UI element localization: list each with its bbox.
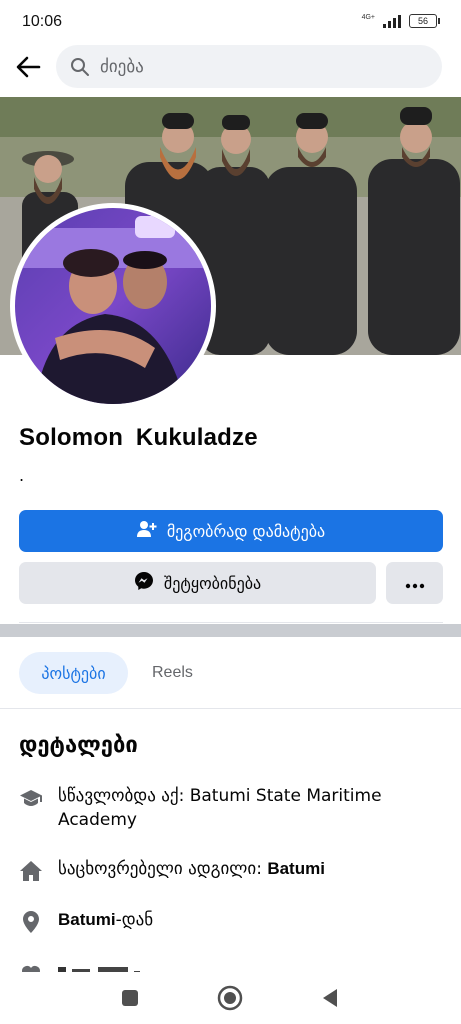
status-time: 10:06 bbox=[22, 13, 63, 30]
system-nav-bar bbox=[0, 972, 461, 1024]
tab-posts[interactable]: პოსტები bbox=[19, 652, 128, 694]
battery-level: 56 bbox=[417, 16, 428, 26]
divider bbox=[19, 622, 443, 623]
more-icon bbox=[405, 574, 425, 593]
add-friend-button[interactable]: მეგობრად დამატება bbox=[19, 510, 443, 552]
detail-lives-in[interactable]: საცხოვრებელი ადგილი: Batumi bbox=[19, 857, 438, 883]
top-bar: ძიება bbox=[0, 44, 461, 90]
messenger-icon bbox=[134, 571, 154, 595]
nav-home-icon[interactable] bbox=[216, 984, 244, 1012]
search-input[interactable]: ძიება bbox=[56, 45, 442, 88]
from-suffix: -დან bbox=[115, 910, 154, 930]
signal-icon bbox=[383, 14, 401, 28]
profile-name: Solomon Kukuladze bbox=[19, 424, 258, 451]
lives-prefix: საცხოვრებელი ადგილი: bbox=[58, 859, 268, 879]
message-label: შეტყობინება bbox=[163, 573, 262, 593]
search-icon bbox=[70, 57, 90, 81]
detail-from[interactable]: Batumi-დან bbox=[19, 908, 438, 934]
location-pin-icon bbox=[19, 910, 43, 934]
battery-icon: 56 bbox=[409, 14, 440, 28]
profile-picture[interactable] bbox=[10, 203, 216, 409]
education-prefix: სწავლობდა აქ: bbox=[58, 786, 190, 806]
divider bbox=[0, 708, 461, 709]
add-friend-icon bbox=[136, 520, 157, 542]
heart-icon bbox=[19, 962, 43, 972]
network-type: 4G+ bbox=[361, 13, 375, 21]
back-arrow-icon[interactable] bbox=[14, 53, 42, 81]
search-placeholder: ძიება bbox=[100, 57, 144, 77]
home-icon bbox=[19, 859, 43, 883]
lives-value: Batumi bbox=[267, 859, 325, 878]
status-bar: 10:06 4G+ 56 bbox=[0, 0, 461, 44]
detail-relationship-partial bbox=[0, 960, 461, 972]
nav-square-icon[interactable] bbox=[116, 984, 144, 1012]
detail-education[interactable]: სწავლობდა აქ: Batumi State Maritime Acad… bbox=[19, 784, 438, 832]
add-friend-label: მეგობრად დამატება bbox=[166, 521, 326, 541]
section-separator bbox=[0, 624, 461, 637]
from-value: Batumi bbox=[58, 910, 116, 929]
graduation-cap-icon bbox=[19, 786, 43, 810]
more-button[interactable] bbox=[386, 562, 443, 604]
partial-text bbox=[58, 964, 178, 972]
tab-reels[interactable]: Reels bbox=[152, 652, 193, 694]
status-indicators: 4G+ 56 bbox=[361, 13, 440, 28]
details-title: დეტალები bbox=[19, 733, 138, 758]
profile-bio: . bbox=[19, 466, 25, 485]
message-button[interactable]: შეტყობინება bbox=[19, 562, 376, 604]
nav-back-icon[interactable] bbox=[316, 984, 344, 1012]
